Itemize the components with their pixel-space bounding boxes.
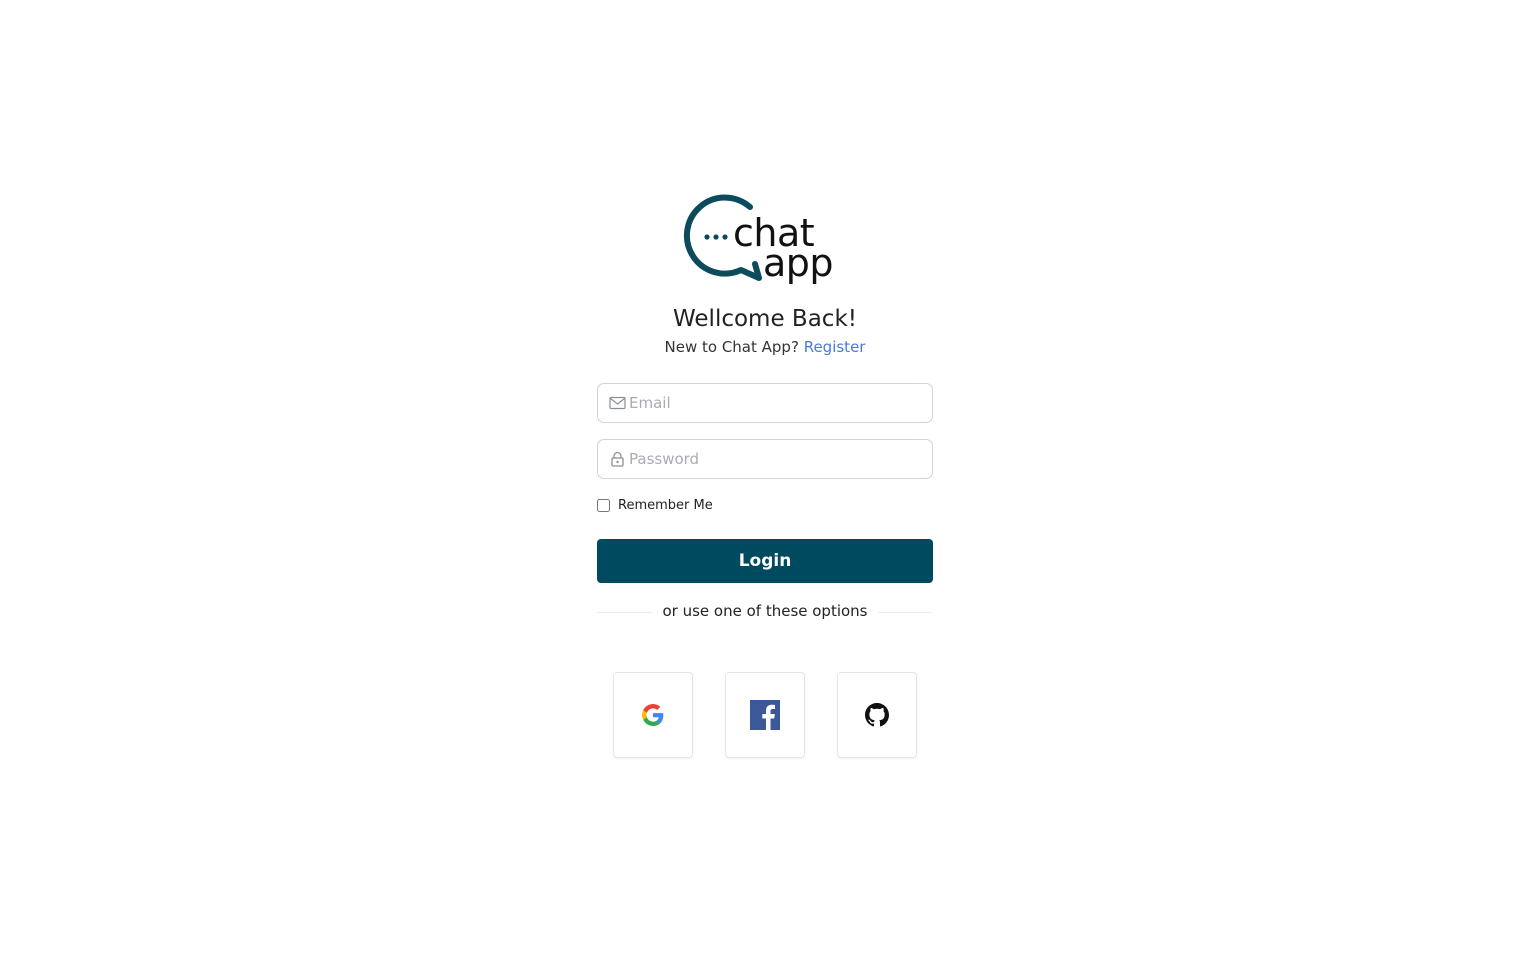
envelope-icon — [609, 396, 626, 410]
register-prompt: New to Chat App? Register — [0, 338, 1530, 356]
google-icon — [642, 704, 664, 726]
remember-me-label: Remember Me — [618, 497, 713, 513]
logo-text-app: app — [763, 241, 834, 285]
email-field[interactable] — [597, 383, 933, 423]
google-login-button[interactable] — [613, 672, 693, 758]
facebook-login-button[interactable] — [725, 672, 805, 758]
lock-icon — [611, 451, 624, 467]
login-button[interactable]: Login — [597, 539, 933, 583]
divider-line-right — [878, 612, 933, 613]
chat-app-logo: chat app — [683, 190, 853, 288]
register-prompt-text: New to Chat App? — [664, 338, 799, 356]
password-input[interactable] — [629, 440, 919, 478]
github-login-button[interactable] — [837, 672, 917, 758]
options-divider: or use one of these options — [597, 602, 933, 622]
register-link[interactable]: Register — [804, 338, 866, 356]
facebook-icon — [750, 700, 780, 730]
divider-text: or use one of these options — [662, 602, 868, 620]
remember-me-checkbox[interactable] — [597, 498, 610, 512]
remember-me[interactable]: Remember Me — [597, 496, 713, 514]
page-title: Wellcome Back! — [673, 306, 857, 332]
email-input[interactable] — [629, 384, 919, 422]
github-icon — [865, 703, 889, 727]
password-field[interactable] — [597, 439, 933, 479]
